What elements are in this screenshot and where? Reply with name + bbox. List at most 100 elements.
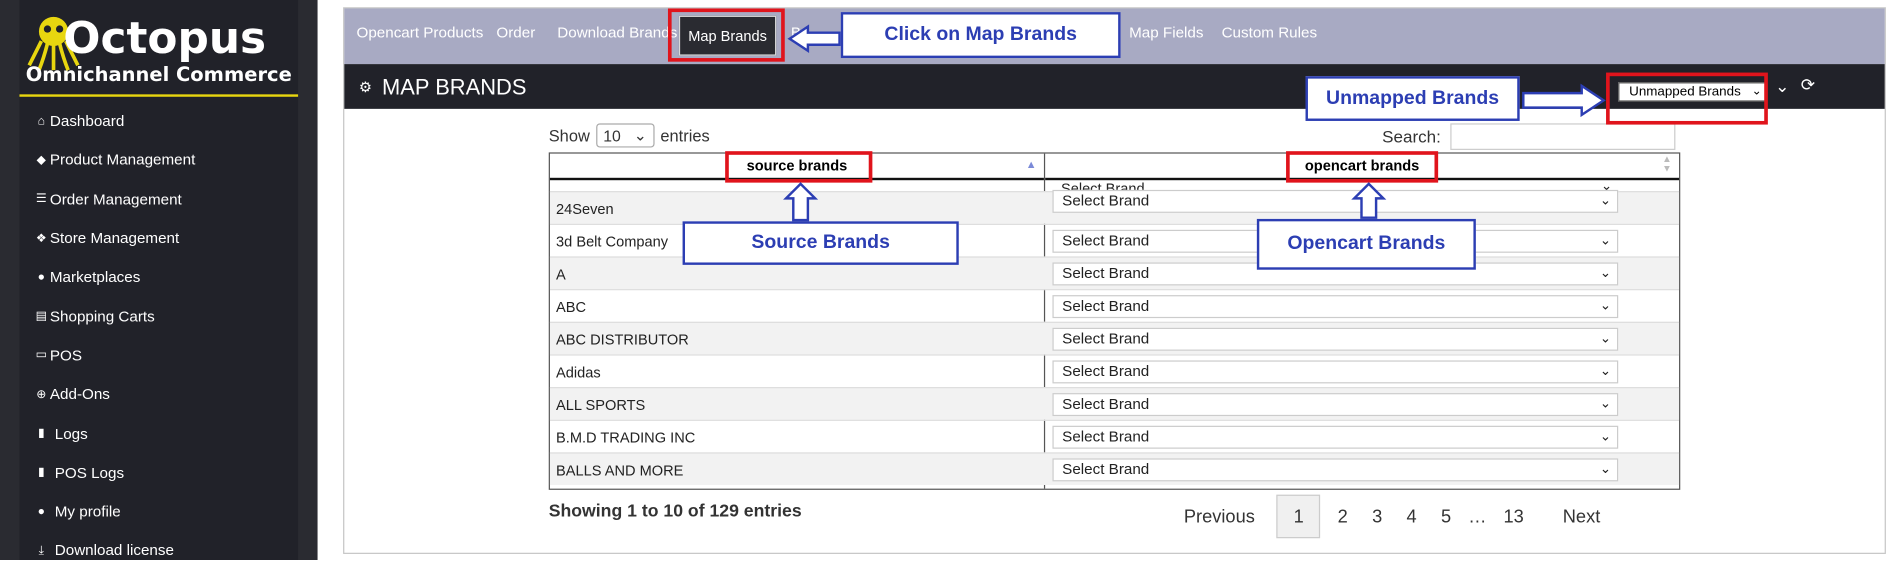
opencart-brand-select[interactable]: Select Brand ⌄ bbox=[1052, 295, 1619, 319]
sidebar-item-label: Download license bbox=[54, 542, 174, 560]
highlight-source-brands-header bbox=[725, 151, 873, 183]
sidebar-item-label: My profile bbox=[54, 503, 121, 521]
tab-download-brands[interactable]: Download Brands bbox=[557, 24, 677, 41]
highlight-unmapped-filter bbox=[1606, 72, 1768, 125]
sidebar-item-dashboard[interactable]: ⌂ Dashboard bbox=[19, 102, 298, 141]
chevron-down-icon: ⌄ bbox=[1599, 193, 1611, 209]
logo[interactable]: Octopus Omnichannel Commerce bbox=[19, 7, 299, 97]
pagination-ellipsis: … bbox=[1468, 506, 1487, 527]
page-button[interactable]: 4 bbox=[1394, 495, 1428, 539]
page-button[interactable]: 2 bbox=[1325, 495, 1359, 539]
opencart-brand-select[interactable]: Select Brand ⌄ bbox=[1052, 360, 1619, 384]
select-placeholder: Select Brand bbox=[1062, 395, 1150, 413]
source-brand-name: 24Seven bbox=[556, 200, 614, 218]
select-placeholder: Select Brand bbox=[1062, 192, 1150, 210]
pagination: Previous 1 2 3 4 5 … 13 Next bbox=[1172, 494, 1613, 539]
opencart-brand-select[interactable]: Select Brand ⌄ bbox=[1052, 458, 1619, 482]
opencart-brand-select[interactable]: Select Brand ⌄ bbox=[1052, 189, 1619, 213]
source-brand-name: ALL SPORTS bbox=[556, 396, 646, 414]
home-icon: ⌂ bbox=[37, 114, 46, 128]
source-brand-name: 3d Belt Company bbox=[556, 233, 669, 251]
sidebar-item-shopping-carts[interactable]: ▤ Shopping Carts bbox=[19, 297, 298, 336]
sidebar-item-product-management[interactable]: ◆ Product Management bbox=[19, 141, 298, 180]
gears-icon: ⚙ bbox=[358, 78, 373, 96]
opencart-brand-select[interactable]: Select Brand ⌄ bbox=[1052, 393, 1619, 417]
cart-icon: ▤ bbox=[35, 309, 48, 324]
sidebar-item-add-ons[interactable]: ⊕ Add-Ons bbox=[19, 375, 298, 414]
search-label: Search: bbox=[1382, 126, 1441, 147]
source-brand-name: A bbox=[556, 266, 566, 284]
table-row: BALLS AND MORE Select Brand ⌄ bbox=[549, 452, 1680, 486]
select-placeholder: Select Brand bbox=[1062, 330, 1150, 348]
tab-hidden[interactable]: B bbox=[791, 24, 801, 41]
sidebar-item-pos-logs[interactable]: ▮ POS Logs bbox=[19, 453, 298, 492]
chevron-down-icon: ⌄ bbox=[1599, 462, 1611, 477]
source-brand-name: B.M.D TRADING INC bbox=[556, 429, 696, 447]
select-placeholder: Select Brand bbox=[1062, 460, 1150, 478]
tab-opencart-products[interactable]: Opencart Products bbox=[356, 24, 483, 41]
previous-page-button[interactable]: Previous bbox=[1172, 495, 1267, 539]
source-brand-name: ABC bbox=[556, 298, 587, 316]
tag-icon: ◆ bbox=[36, 153, 47, 167]
tab-custom-rules[interactable]: Custom Rules bbox=[1222, 24, 1318, 41]
opencart-brand-select[interactable]: Select Brand ⌄ bbox=[1052, 327, 1619, 351]
next-page-button[interactable]: Next bbox=[1551, 495, 1613, 539]
sidebar-item-label: Product Management bbox=[49, 151, 196, 169]
cubes-icon: ❖ bbox=[35, 231, 47, 245]
sort-ascending-icon: ▲ bbox=[1025, 158, 1037, 171]
table-row: Adidas Select Brand ⌄ bbox=[549, 354, 1680, 387]
sidebar-item-label: Add-Ons bbox=[49, 386, 110, 404]
sidebar-item-logs[interactable]: ▮ Logs bbox=[19, 414, 298, 453]
sidebar-item-label: POS Logs bbox=[54, 464, 125, 482]
callout-opencart-brands: Opencart Brands bbox=[1256, 218, 1476, 270]
sidebar-item-order-management[interactable]: ☰ Order Management bbox=[19, 180, 298, 219]
length-control: Show 10 ⌄ entries bbox=[548, 123, 710, 148]
select-placeholder: Select Brand bbox=[1062, 362, 1150, 380]
sidebar-item-label: Marketplaces bbox=[49, 268, 141, 286]
select-placeholder: Select Brand bbox=[1062, 232, 1150, 250]
chevron-down-icon: ⌄ bbox=[1599, 396, 1611, 412]
sidebar-nav: ⌂ Dashboard ◆ Product Management ☰ Order Ma… bbox=[19, 102, 298, 570]
chevron-down-icon: ⌄ bbox=[633, 125, 648, 144]
page-length-value: 10 bbox=[603, 126, 621, 145]
tab-order[interactable]: Order bbox=[496, 24, 535, 41]
globe-icon: ● bbox=[37, 270, 46, 285]
tab-map-fields[interactable]: Map Fields bbox=[1129, 24, 1203, 41]
page-button[interactable]: 5 bbox=[1429, 495, 1463, 539]
chevron-down-icon: ⌄ bbox=[1599, 298, 1611, 314]
callout-unmapped-brands: Unmapped Brands bbox=[1305, 76, 1520, 121]
sidebar-item-label: Order Management bbox=[49, 190, 182, 208]
highlight-opencart-brands-header bbox=[1286, 151, 1439, 183]
search-input[interactable] bbox=[1450, 123, 1676, 150]
download-icon: ⤓ bbox=[38, 544, 45, 558]
page-length-select[interactable]: 10 ⌄ bbox=[595, 123, 655, 148]
page-button-current[interactable]: 1 bbox=[1276, 494, 1321, 539]
sidebar-item-label: Shopping Carts bbox=[49, 307, 155, 325]
sort-both-icon: ▲ ▼ bbox=[1662, 153, 1672, 175]
sidebar-item-pos[interactable]: ▭ POS bbox=[19, 336, 298, 375]
show-label: Show bbox=[548, 126, 590, 145]
brand-name: Octopus bbox=[63, 14, 267, 65]
source-brand-name: BALLS AND MORE bbox=[556, 462, 684, 479]
table-info: Showing 1 to 10 of 129 entries bbox=[548, 501, 802, 522]
opencart-brand-select[interactable]: Select Brand ⌄ bbox=[1052, 425, 1619, 449]
sidebar-item-label: Logs bbox=[54, 425, 88, 443]
collapse-chevron-icon[interactable]: ⌄ bbox=[1775, 76, 1789, 97]
sidebar: Octopus Omnichannel Commerce ⌂ Dashboard … bbox=[0, 0, 318, 560]
list-icon: ☰ bbox=[35, 192, 47, 206]
chevron-down-icon: ⌄ bbox=[1599, 233, 1611, 248]
select-placeholder: Select Brand bbox=[1062, 428, 1150, 446]
refresh-icon[interactable]: ⟳ bbox=[1801, 75, 1815, 96]
sidebar-item-label: Store Management bbox=[49, 229, 180, 247]
sidebar-item-my-profile[interactable]: ● My profile bbox=[19, 492, 298, 531]
plus-circle-icon: ⊕ bbox=[36, 387, 47, 402]
table-row: 24Seven Select Brand ⌄ bbox=[549, 189, 1680, 224]
sidebar-item-marketplaces[interactable]: ● Marketplaces bbox=[19, 258, 298, 297]
sidebar-item-store-management[interactable]: ❖ Store Management bbox=[19, 219, 298, 258]
sidebar-item-download-license[interactable]: ⤓ Download license bbox=[19, 531, 298, 570]
chevron-down-icon: ⌄ bbox=[1599, 331, 1611, 346]
page-button[interactable]: 3 bbox=[1360, 495, 1394, 539]
file-icon: ▮ bbox=[38, 466, 45, 480]
select-placeholder: Select Brand bbox=[1062, 297, 1150, 315]
page-button-last[interactable]: 13 bbox=[1491, 495, 1536, 539]
